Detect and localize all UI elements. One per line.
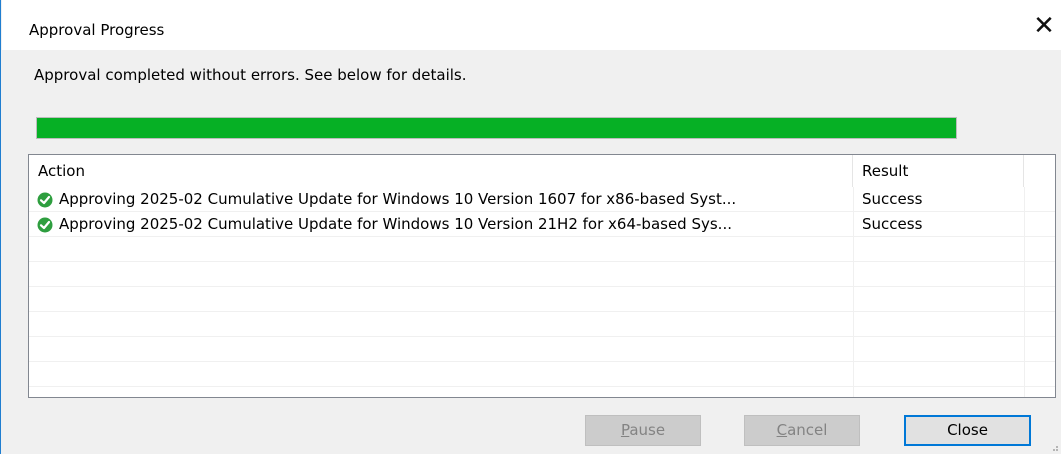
list-row[interactable]: Approving 2025-02 Cumulative Update for …	[29, 187, 1055, 212]
column-header-result[interactable]: Result	[853, 155, 1024, 187]
column-header-filler	[1024, 155, 1055, 187]
results-list[interactable]: Action Result Approving 2025-02 Cumulati…	[28, 154, 1056, 398]
list-row-empty	[29, 337, 1055, 362]
resize-grip-icon[interactable]	[1049, 442, 1059, 452]
row-result-text: Success	[862, 215, 923, 233]
row-action-text: Approving 2025-02 Cumulative Update for …	[59, 190, 737, 208]
list-row-empty	[29, 237, 1055, 262]
column-header-action[interactable]: Action	[29, 155, 853, 187]
status-message: Approval completed without errors. See b…	[34, 66, 467, 84]
close-button[interactable]: Close	[904, 415, 1031, 446]
pause-button-label-rest: ause	[629, 421, 666, 439]
list-header: Action Result	[29, 155, 1055, 187]
list-row-empty	[29, 287, 1055, 312]
list-row[interactable]: Approving 2025-02 Cumulative Update for …	[29, 212, 1055, 237]
row-result-text: Success	[862, 190, 923, 208]
cancel-button-label-rest: ancel	[787, 421, 828, 439]
approval-progress-dialog: Approval Progress ✕ Approval completed w…	[0, 0, 1061, 454]
row-action-text: Approving 2025-02 Cumulative Update for …	[59, 215, 732, 233]
cancel-button[interactable]: Cancel	[744, 415, 860, 446]
cancel-button-mnemonic: C	[776, 421, 788, 439]
close-icon[interactable]: ✕	[1030, 12, 1058, 40]
list-row-empty	[29, 362, 1055, 387]
progress-bar-fill	[37, 118, 956, 138]
progress-bar	[36, 117, 957, 139]
list-rows: Approving 2025-02 Cumulative Update for …	[29, 187, 1055, 387]
pause-button[interactable]: Pause	[585, 415, 701, 446]
list-row-empty	[29, 312, 1055, 337]
list-row-empty	[29, 262, 1055, 287]
window-title: Approval Progress	[29, 21, 165, 39]
title-bar[interactable]: Approval Progress ✕	[2, 0, 1061, 50]
